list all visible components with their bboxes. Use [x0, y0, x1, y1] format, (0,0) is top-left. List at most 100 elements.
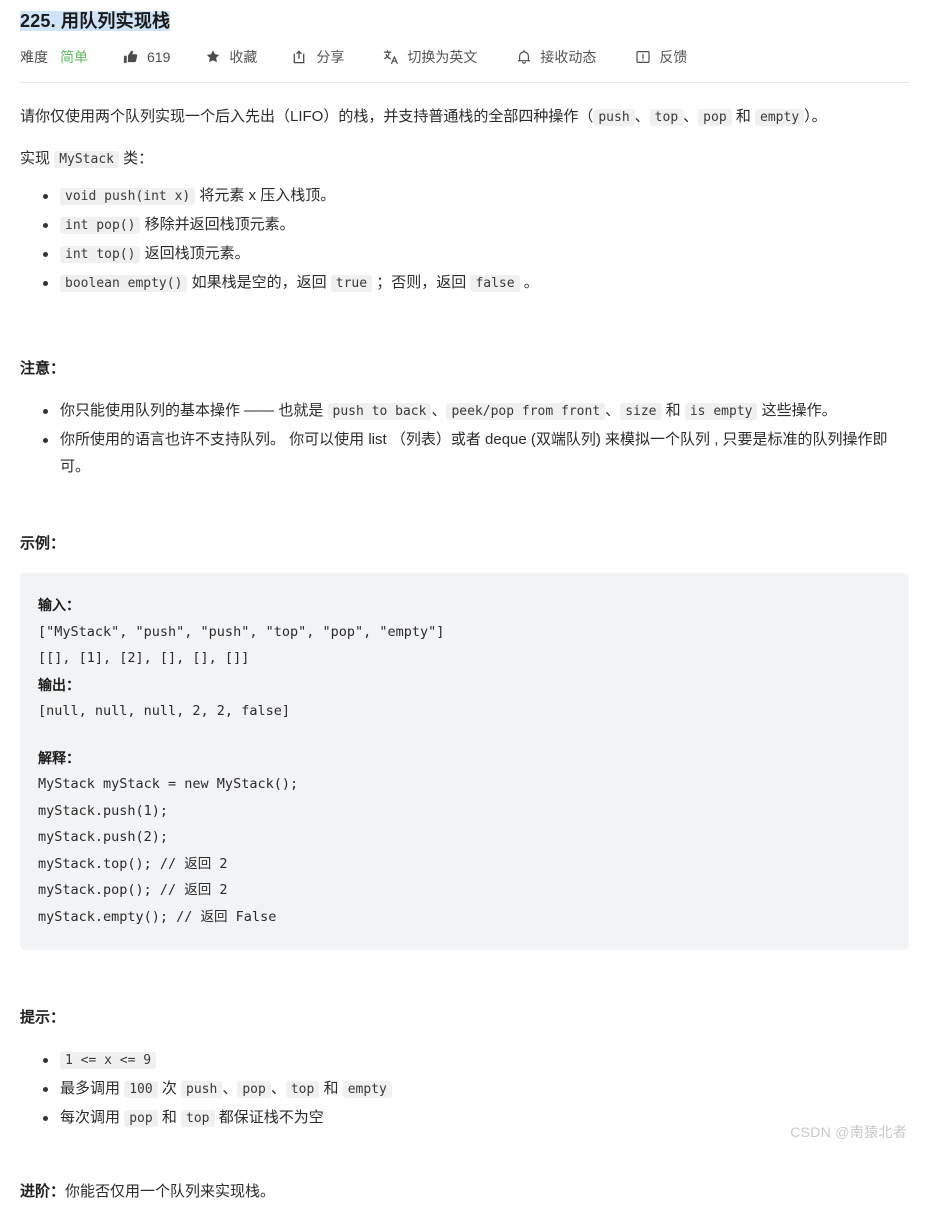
feedback-button[interactable]: 反馈 — [634, 47, 687, 67]
inline-code-peek-pop-from-front: peek/pop from front — [446, 403, 606, 420]
inline-code-mystack: MyStack — [54, 151, 119, 168]
share-icon — [291, 49, 308, 66]
list-item: int pop() 移除并返回栈顶元素。 — [43, 211, 909, 239]
inline-code-empty: empty — [342, 1081, 392, 1098]
inline-code-top: top — [649, 109, 684, 126]
list-item: void push(int x) 将元素 x 压入栈顶。 — [43, 182, 909, 210]
conjunction: 和 — [665, 402, 681, 419]
method-description: 如果栈是空的，返回 — [191, 274, 327, 291]
implement-prefix: 实现 — [20, 150, 51, 167]
note-suffix: 这些操作。 — [761, 402, 837, 419]
translate-button[interactable]: 切换为英文 — [382, 47, 477, 67]
implement-suffix: 类： — [123, 150, 154, 167]
hints-heading: 提示： — [20, 1009, 66, 1026]
separator: 、 — [683, 108, 699, 125]
problem-page: 225. 用队列实现栈 难度 简单 619 收藏 分享 切换为英文 接收动态 反… — [0, 0, 925, 1200]
difficulty-value: 简单 — [60, 49, 88, 65]
explain-line: myStack.top(); // 返回 2 — [38, 855, 228, 872]
notes-section: 注意： 你只能使用队列的基本操作 —— 也就是 push to back、 pee… — [20, 357, 909, 480]
inline-code-push-to-back: push to back — [327, 403, 432, 420]
star-icon — [204, 49, 221, 66]
example-heading: 示例： — [20, 535, 66, 552]
inline-code-true: true — [330, 275, 373, 292]
code-spacer — [38, 725, 887, 745]
method-description-end: 。 — [523, 274, 539, 291]
explain-line: myStack.empty(); // 返回 False — [38, 908, 277, 925]
conjunction: 和 — [735, 108, 751, 125]
output-line: [null, null, null, 2, 2, false] — [38, 703, 290, 719]
explain-line: myStack.pop(); // 返回 2 — [38, 882, 228, 898]
inline-code-call-count: 100 — [124, 1081, 158, 1098]
description-intro: 请你仅使用两个队列实现一个后入先出（LIFO）的栈，并支持普通栈的全部四种操作（ — [20, 108, 594, 125]
difficulty-label: 难度 — [20, 49, 48, 65]
inline-code-pop: pop — [124, 1110, 158, 1127]
method-description: 返回栈顶元素。 — [144, 245, 250, 262]
notes-heading: 注意： — [20, 360, 66, 377]
inline-code-pop: pop — [698, 109, 732, 126]
inline-code-constraint: 1 <= x <= 9 — [60, 1052, 157, 1069]
share-label: 分享 — [316, 49, 345, 65]
method-description: 移除并返回栈顶元素。 — [144, 216, 295, 233]
hint-mid: 次 — [161, 1080, 177, 1097]
hints-list: 1 <= x <= 9 最多调用 100 次 push、 pop、 top 和 em… — [20, 1046, 909, 1132]
bell-icon — [515, 49, 532, 66]
list-item: 每次调用 pop 和 top 都保证栈不为空 — [43, 1104, 909, 1132]
list-item: boolean empty() 如果栈是空的，返回 true ；否则，返回 fa… — [43, 269, 909, 297]
feedback-icon — [634, 49, 651, 66]
inline-code-false: false — [470, 275, 520, 292]
like-button[interactable]: 619 — [122, 49, 170, 66]
inline-code-push: push — [593, 109, 635, 126]
favorite-button[interactable]: 收藏 — [204, 47, 257, 67]
watermark: CSDN @南猿北者 — [790, 1124, 907, 1140]
translate-label: 切换为英文 — [407, 49, 478, 65]
conjunction: 和 — [161, 1109, 177, 1126]
explain-line: myStack.push(2); — [38, 829, 169, 845]
advanced-label: 进阶： — [20, 1183, 66, 1200]
list-item: 最多调用 100 次 push、 pop、 top 和 empty — [43, 1075, 909, 1103]
explain-line: MyStack myStack = new MyStack(); — [38, 776, 299, 792]
advanced-section: 进阶：你能否仅用一个队列来实现栈。 — [20, 1179, 909, 1205]
list-item: 你只能使用队列的基本操作 —— 也就是 push to back、 peek/po… — [43, 397, 909, 425]
inline-code-empty: empty — [755, 109, 805, 126]
list-item: 1 <= x <= 9 — [43, 1046, 909, 1074]
method-list: void push(int x) 将元素 x 压入栈顶。 int pop() 移… — [20, 182, 909, 297]
input-label: 输入： — [38, 597, 80, 613]
list-item: 你所使用的语言也许不支持队列。 你可以使用 list （列表）或者 deque … — [43, 426, 909, 480]
output-label: 输出： — [38, 676, 80, 693]
list-item: int top() 返回栈顶元素。 — [43, 240, 909, 268]
inline-code-pop: pop — [237, 1081, 271, 1098]
inline-code-is-empty: is empty — [684, 403, 758, 420]
separator: 、 — [431, 402, 447, 419]
hint-prefix: 最多调用 — [60, 1080, 121, 1097]
conjunction: 和 — [323, 1080, 339, 1097]
description-outro: ）。 — [804, 108, 827, 125]
subscribe-button[interactable]: 接收动态 — [515, 47, 596, 67]
method-signature: boolean empty() — [60, 275, 188, 292]
translate-icon — [382, 49, 399, 66]
header-divider — [20, 82, 909, 83]
method-signature: int pop() — [60, 217, 141, 234]
action-toolbar: 难度 简单 619 收藏 分享 切换为英文 接收动态 反馈 — [0, 34, 925, 68]
input-line: [[], [1], [2], [], [], []] — [38, 650, 250, 666]
title-row: 225. 用队列实现栈 — [0, 0, 925, 34]
inline-code-top: top — [181, 1110, 215, 1127]
notes-list: 你只能使用队列的基本操作 —— 也就是 push to back、 peek/po… — [20, 397, 909, 480]
page-title: 225. 用队列实现栈 — [20, 11, 171, 31]
problem-description: 请你仅使用两个队列实现一个后入先出（LIFO）的栈，并支持普通栈的全部四种操作（… — [20, 103, 909, 132]
method-signature: int top() — [60, 246, 141, 263]
separator: 、 — [222, 1080, 238, 1097]
hint-suffix: 都保证栈不为空 — [218, 1109, 324, 1126]
separator: 、 — [634, 108, 650, 125]
feedback-label: 反馈 — [659, 49, 688, 65]
inline-code-size: size — [620, 403, 662, 420]
explain-label: 解释： — [38, 749, 80, 766]
inline-code-push: push — [181, 1081, 223, 1098]
thumbs-up-icon — [122, 49, 139, 66]
like-count: 619 — [147, 49, 171, 65]
share-button[interactable]: 分享 — [291, 47, 344, 67]
explain-line: myStack.push(1); — [38, 802, 169, 819]
note-prefix: 你只能使用队列的基本操作 —— 也就是 — [60, 402, 324, 419]
example-code-block: 输入： ["MyStack", "push", "push", "top", "… — [20, 573, 909, 950]
inline-code-top: top — [285, 1081, 320, 1098]
hint-prefix: 每次调用 — [60, 1109, 121, 1126]
